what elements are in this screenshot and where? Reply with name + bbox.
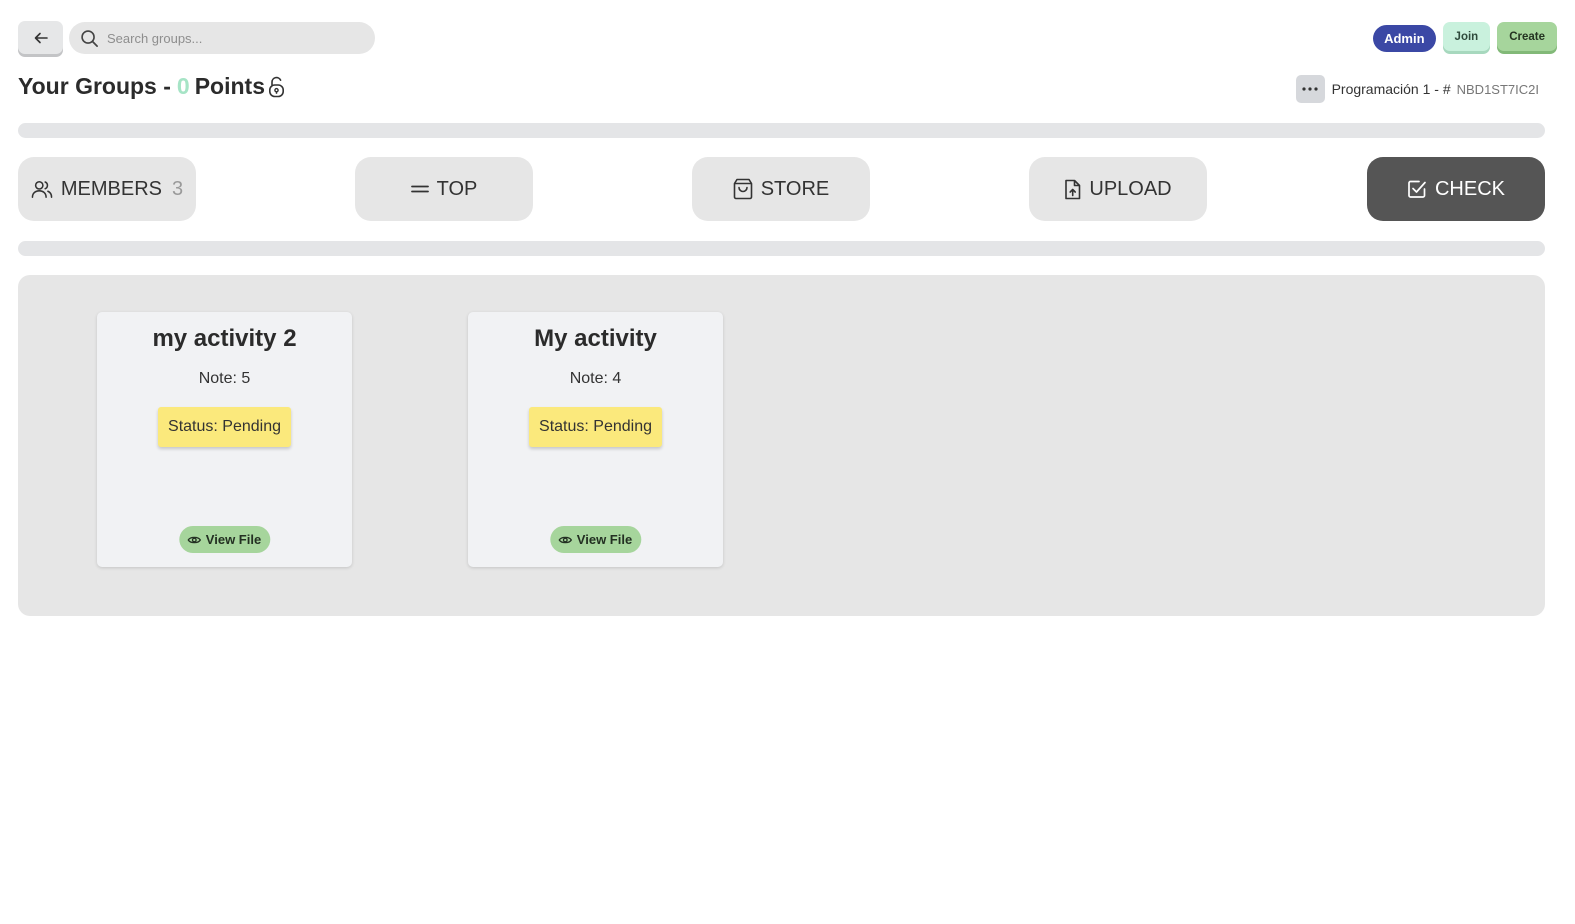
check-label: CHECK [1434, 177, 1505, 200]
nav-row: MEMBERS 3 TOP STORE UPLOAD CHECK [18, 157, 1545, 221]
eye-icon [558, 536, 572, 543]
store-button[interactable]: STORE [692, 157, 870, 221]
shopping-bag-icon [733, 178, 753, 200]
check-button[interactable]: CHECK [1367, 157, 1545, 221]
page-title: Your Groups - 0 Points [18, 73, 285, 100]
store-label: STORE [760, 177, 830, 200]
file-upload-icon [1065, 179, 1081, 199]
points-value: 0 [176, 73, 190, 99]
admin-button[interactable]: Admin [1373, 25, 1436, 52]
activity-note: Note: 4 [569, 370, 622, 387]
activities-panel: my activity 2 Note: 5 Status: Pending Vi… [18, 275, 1545, 616]
back-button[interactable] [18, 21, 63, 54]
members-label: MEMBERS [60, 177, 162, 200]
activity-card[interactable]: My activity Note: 4 Status: Pending View… [468, 312, 723, 567]
activity-title: My activity [534, 325, 657, 352]
top-label: TOP [436, 177, 478, 200]
more-options-button[interactable] [1295, 75, 1325, 103]
view-file-label: View File [576, 532, 633, 547]
group-code: NBD1ST7IC2I [1456, 81, 1539, 97]
eye-icon [187, 536, 201, 543]
arrow-left-icon [34, 32, 48, 43]
title-suffix: Points [194, 73, 265, 99]
users-icon [31, 180, 53, 198]
progress-bar-bottom [18, 241, 1545, 256]
search-input[interactable] [107, 30, 357, 46]
activity-card[interactable]: my activity 2 Note: 5 Status: Pending Vi… [97, 312, 352, 567]
upload-button[interactable]: UPLOAD [1029, 157, 1207, 221]
checkbox-icon [1408, 180, 1426, 198]
header-actions: Admin Join Create [1373, 21, 1557, 52]
search-icon [81, 29, 98, 47]
title-row: Your Groups - 0 Points Programación 1 - … [18, 73, 1539, 105]
equals-icon [410, 185, 429, 193]
join-button[interactable]: Join [1442, 22, 1491, 51]
members-count: 3 [172, 177, 184, 200]
activity-title: my activity 2 [152, 325, 297, 352]
view-file-label: View File [205, 532, 262, 547]
lock-open-icon[interactable] [268, 76, 285, 98]
status-badge: Status: Pending [158, 407, 291, 447]
top-bar: Admin Join Create [18, 21, 1557, 55]
search-bar[interactable] [69, 22, 375, 54]
progress-bar-top [18, 123, 1545, 138]
status-badge: Status: Pending [529, 407, 662, 447]
ellipsis-icon [1302, 87, 1318, 91]
group-name: Programación 1 - # [1331, 81, 1451, 97]
view-file-button[interactable]: View File [178, 526, 271, 553]
top-button[interactable]: TOP [355, 157, 533, 221]
group-info: Programación 1 - # NBD1ST7IC2I [1295, 75, 1539, 103]
members-button[interactable]: MEMBERS 3 [18, 157, 196, 221]
activity-note: Note: 5 [198, 370, 251, 387]
title-prefix: Your Groups - [18, 73, 171, 99]
upload-label: UPLOAD [1089, 177, 1172, 200]
create-button[interactable]: Create [1497, 22, 1557, 51]
view-file-button[interactable]: View File [549, 526, 642, 553]
